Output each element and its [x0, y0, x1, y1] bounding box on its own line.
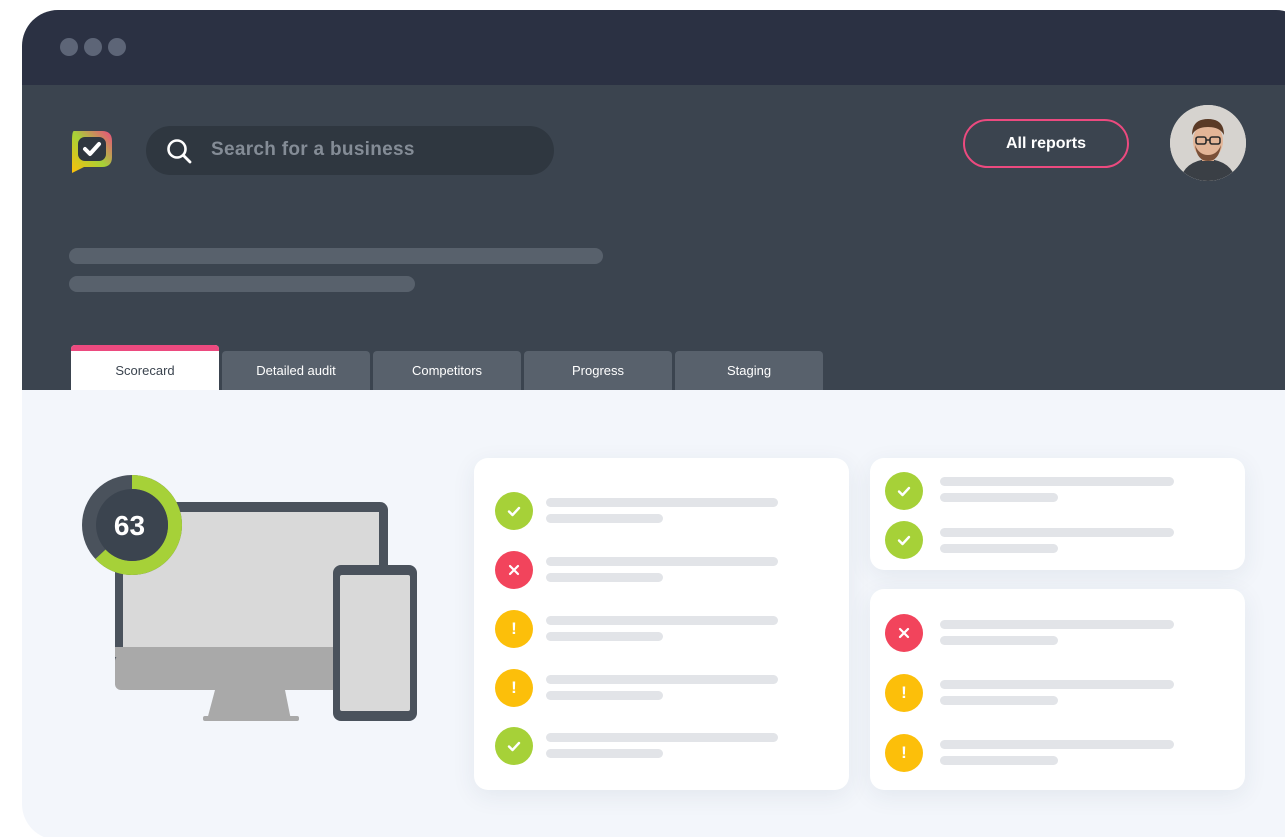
list-item: [474, 551, 849, 591]
list-item: [870, 472, 1245, 512]
search-input[interactable]: Search for a business: [211, 139, 415, 161]
tab-detailed-audit[interactable]: Detailed audit: [222, 351, 370, 390]
list-item: !: [474, 669, 849, 709]
tab-staging[interactable]: Staging: [675, 351, 823, 390]
browser-window: Search for a business All reports Scorec…: [22, 10, 1285, 837]
cross-icon: [495, 551, 533, 589]
tab-scorecard[interactable]: Scorecard: [71, 345, 219, 390]
text-placeholder: [940, 756, 1058, 765]
list-item: [870, 614, 1245, 654]
text-placeholder: [546, 749, 663, 758]
text-placeholder: [546, 498, 778, 507]
search-bar[interactable]: Search for a business: [146, 126, 554, 175]
cross-icon: [885, 614, 923, 652]
text-placeholder: [940, 620, 1174, 629]
text-placeholder: [940, 636, 1058, 645]
text-placeholder: [940, 477, 1174, 486]
list-item: [474, 727, 849, 767]
check-icon: [885, 472, 923, 510]
warning-icon: !: [885, 734, 923, 772]
avatar-portrait-icon: [1170, 105, 1246, 181]
tab-progress[interactable]: Progress: [524, 351, 672, 390]
text-placeholder: [546, 557, 778, 566]
search-icon[interactable]: [166, 138, 192, 164]
subtitle-placeholder: [69, 276, 415, 292]
window-dot-3[interactable]: [108, 38, 126, 56]
window-dot-1[interactable]: [60, 38, 78, 56]
check-icon: [495, 727, 533, 765]
list-item: !: [474, 610, 849, 650]
title-placeholder: [69, 248, 603, 264]
tab-competitors[interactable]: Competitors: [373, 351, 521, 390]
text-placeholder: [940, 528, 1174, 537]
app-header: Search for a business All reports Scorec…: [22, 85, 1285, 390]
check-icon: [495, 492, 533, 530]
text-placeholder: [546, 616, 778, 625]
audit-checks-card: ! !: [474, 458, 849, 790]
score-value: 63: [113, 510, 146, 541]
text-placeholder: [940, 696, 1058, 705]
check-icon: [885, 521, 923, 559]
all-reports-button[interactable]: All reports: [963, 119, 1129, 168]
window-dot-2[interactable]: [84, 38, 102, 56]
summary-card-passed: [870, 458, 1245, 570]
list-item: [474, 492, 849, 532]
text-placeholder: [546, 514, 663, 523]
text-placeholder: [546, 675, 778, 684]
text-placeholder: [546, 733, 778, 742]
text-placeholder: [546, 632, 663, 641]
warning-icon: !: [495, 669, 533, 707]
list-item: !: [870, 674, 1245, 714]
text-placeholder: [546, 573, 663, 582]
text-placeholder: [940, 740, 1174, 749]
user-avatar[interactable]: [1170, 105, 1246, 181]
list-item: [870, 521, 1245, 561]
summary-card-issues: ! !: [870, 589, 1245, 790]
text-placeholder: [546, 691, 663, 700]
list-item: !: [870, 734, 1245, 774]
warning-icon: !: [885, 674, 923, 712]
warning-icon: !: [495, 610, 533, 648]
checkmark-logo[interactable]: [68, 127, 116, 175]
text-placeholder: [940, 544, 1058, 553]
text-placeholder: [940, 680, 1174, 689]
title-bar: [22, 10, 1285, 85]
text-placeholder: [940, 493, 1058, 502]
